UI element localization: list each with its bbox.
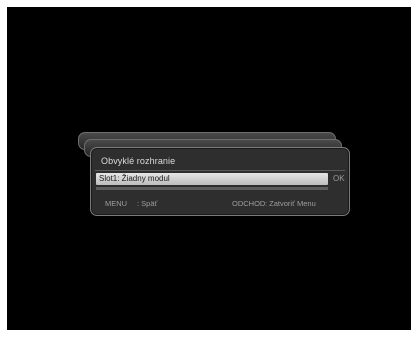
footer-menu-key: MENU [105, 199, 128, 208]
ok-hint: OK [333, 174, 345, 183]
footer-close-menu-hint: : Zatvoriť Menu [265, 199, 316, 208]
slot-label: Slot1: Žiadny modul [99, 174, 170, 183]
slot-list-item[interactable]: Slot1: Žiadny modul [96, 173, 328, 185]
dialog-title: Obvyklé rozhranie [101, 156, 176, 166]
title-divider [95, 170, 345, 171]
common-interface-dialog: Obvyklé rozhranie Slot1: Žiadny modul OK… [90, 147, 350, 216]
footer-exit-key: ODCHOD [232, 199, 266, 208]
tv-screen: Obvyklé rozhranie Slot1: Žiadny modul OK… [7, 7, 411, 330]
slot-divider [96, 187, 328, 190]
footer-back-hint: : Späť [137, 199, 158, 208]
